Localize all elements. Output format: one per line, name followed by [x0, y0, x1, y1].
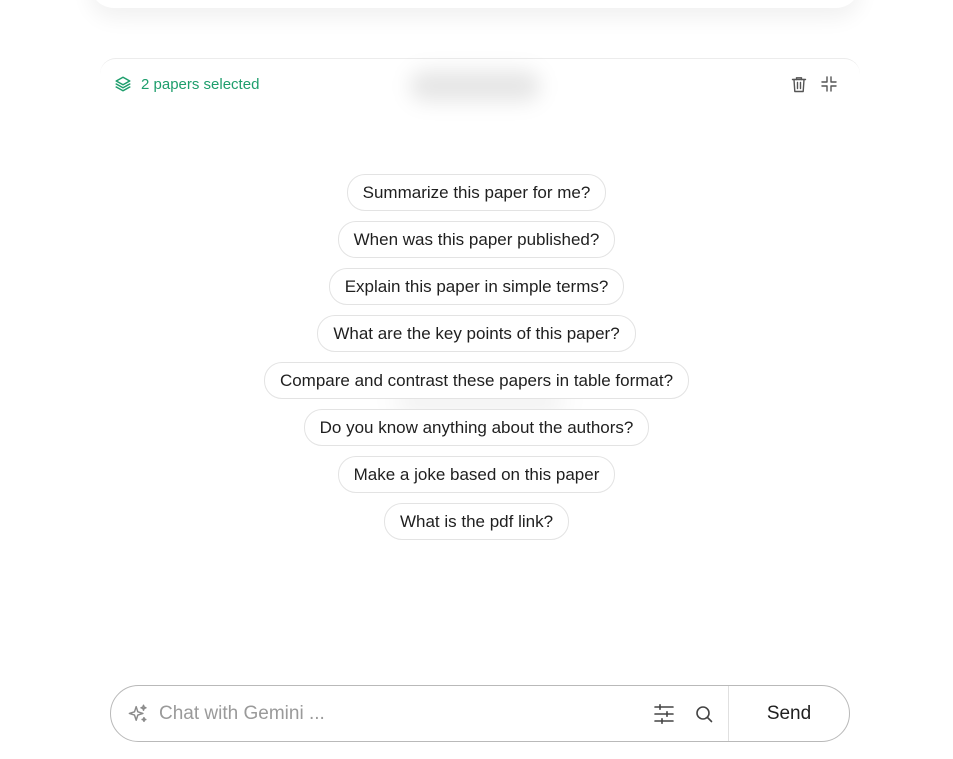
suggestion-list: Summarize this paper for me? When was th…: [0, 174, 953, 540]
chat-page: 2 papers selected Summarize this paper f…: [0, 0, 953, 759]
suggestion-chip[interactable]: Do you know anything about the authors?: [303, 409, 650, 446]
chat-input[interactable]: [157, 697, 652, 730]
blurred-title: [410, 71, 540, 101]
suggestion-chip[interactable]: Explain this paper in simple terms?: [328, 268, 625, 305]
minimize-icon[interactable]: [820, 75, 838, 93]
top-toolbar-shadow: [90, 0, 860, 8]
panel-header: 2 papers selected: [100, 59, 860, 111]
trash-icon[interactable]: [790, 75, 808, 93]
papers-selected-label: 2 papers selected: [141, 75, 260, 93]
send-button[interactable]: Send: [728, 686, 849, 741]
suggestion-chip[interactable]: What is the pdf link?: [383, 503, 570, 540]
search-icon[interactable]: [692, 702, 716, 726]
suggestion-chip[interactable]: When was this paper published?: [337, 221, 616, 258]
suggestion-chip[interactable]: Make a joke based on this paper: [337, 456, 616, 493]
suggestion-chip[interactable]: What are the key points of this paper?: [317, 315, 636, 352]
sliders-icon[interactable]: [652, 702, 676, 726]
layers-icon: [114, 75, 132, 93]
suggestion-chip[interactable]: Summarize this paper for me?: [346, 174, 607, 211]
papers-selected-indicator[interactable]: 2 papers selected: [114, 75, 259, 93]
suggestion-chip[interactable]: Compare and contrast these papers in tab…: [263, 362, 690, 399]
sparkle-icon: [127, 703, 149, 725]
header-actions: [790, 75, 838, 93]
chat-bar: Send: [110, 685, 850, 742]
